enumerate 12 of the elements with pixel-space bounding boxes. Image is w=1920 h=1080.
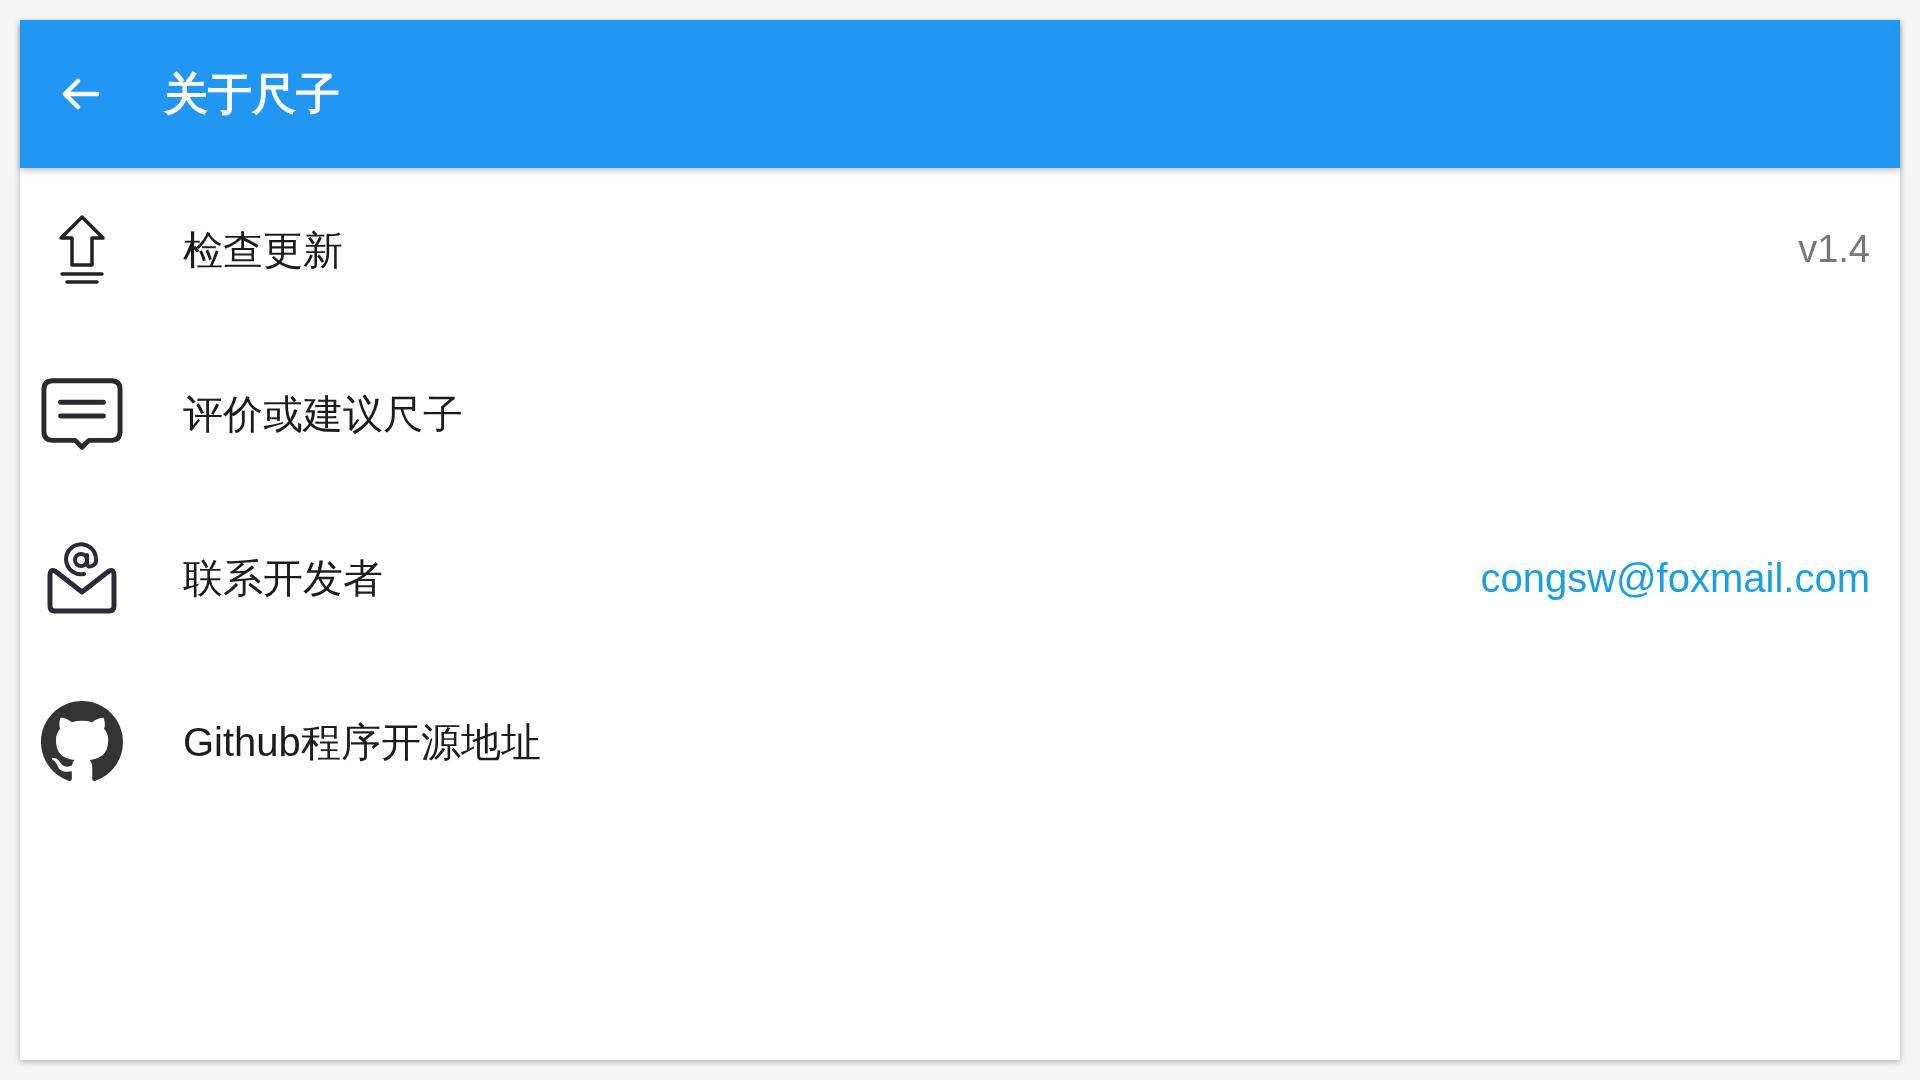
cat-logo-icon (41, 701, 123, 783)
menu-item-label[interactable]: 评价或建议尺子 (183, 390, 463, 438)
page-title: 关于尺子 (164, 67, 340, 120)
chat-bubble-icon (41, 377, 123, 451)
menu-item-label[interactable]: 联系开发者 (183, 554, 383, 602)
menu-item-label[interactable]: 检查更新 (183, 226, 343, 274)
back-button[interactable] (60, 78, 100, 110)
menu-item-label[interactable]: Github程序开源地址 (183, 718, 541, 766)
upload-arrow-icon (58, 214, 106, 286)
back-arrow-icon (60, 78, 100, 110)
version-text: v1.4 (1798, 227, 1870, 273)
envelope-at-icon (46, 542, 118, 614)
